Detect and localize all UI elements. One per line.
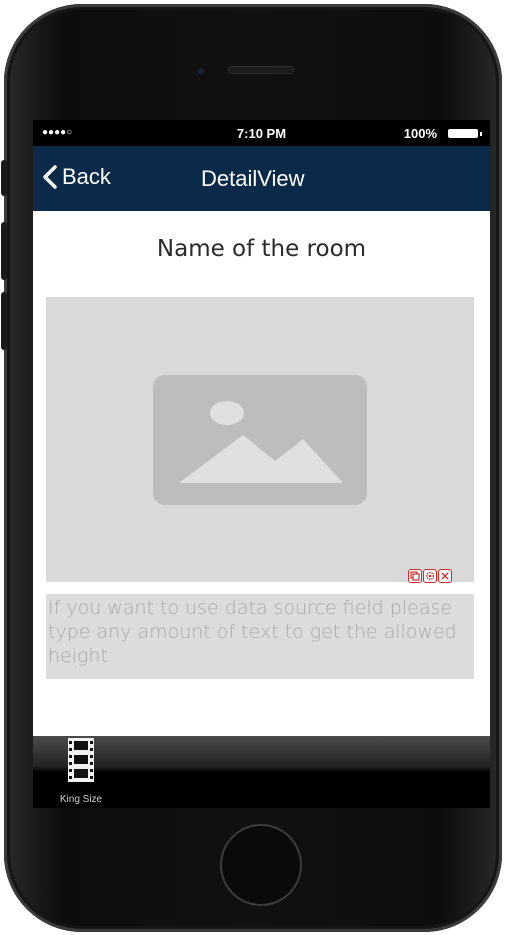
side-button-volume-up	[1, 222, 7, 280]
copy-icon	[410, 571, 420, 581]
delete-button[interactable]	[438, 569, 452, 583]
copy-button[interactable]	[408, 569, 422, 583]
battery-percentage: 100%	[403, 126, 437, 141]
earpiece-speaker	[228, 66, 294, 74]
page-title: DetailView	[201, 166, 305, 191]
settings-icon	[425, 571, 435, 581]
back-button[interactable]: Back	[41, 164, 111, 190]
status-bar: ●●●●○ 7:10 PM 100%	[33, 120, 490, 146]
phone-screen: ●●●●○ 7:10 PM 100% Back DetailView Name …	[33, 120, 490, 808]
home-button[interactable]	[220, 824, 302, 906]
image-placeholder-icon	[153, 375, 367, 505]
close-icon	[441, 572, 449, 580]
description-text: If you want to use data source field ple…	[48, 597, 457, 667]
settings-button[interactable]	[423, 569, 437, 583]
back-label: Back	[62, 164, 111, 189]
description-text-area[interactable]: If you want to use data source field ple…	[46, 594, 474, 679]
element-edit-toolbar	[408, 569, 452, 583]
navigation-bar: Back DetailView	[33, 146, 490, 211]
tab-king-size[interactable]: King Size	[49, 738, 113, 808]
room-name-heading: Name of the room	[156, 236, 367, 262]
front-camera	[198, 68, 204, 74]
film-strip-icon	[68, 738, 94, 782]
tab-label: King Size	[59, 794, 103, 805]
battery-icon	[448, 129, 482, 138]
side-button-mute	[1, 160, 7, 196]
chevron-left-icon	[43, 165, 57, 189]
tab-bar: King Size	[33, 736, 490, 808]
room-image-placeholder[interactable]	[46, 297, 474, 582]
side-button-volume-down	[1, 292, 7, 350]
